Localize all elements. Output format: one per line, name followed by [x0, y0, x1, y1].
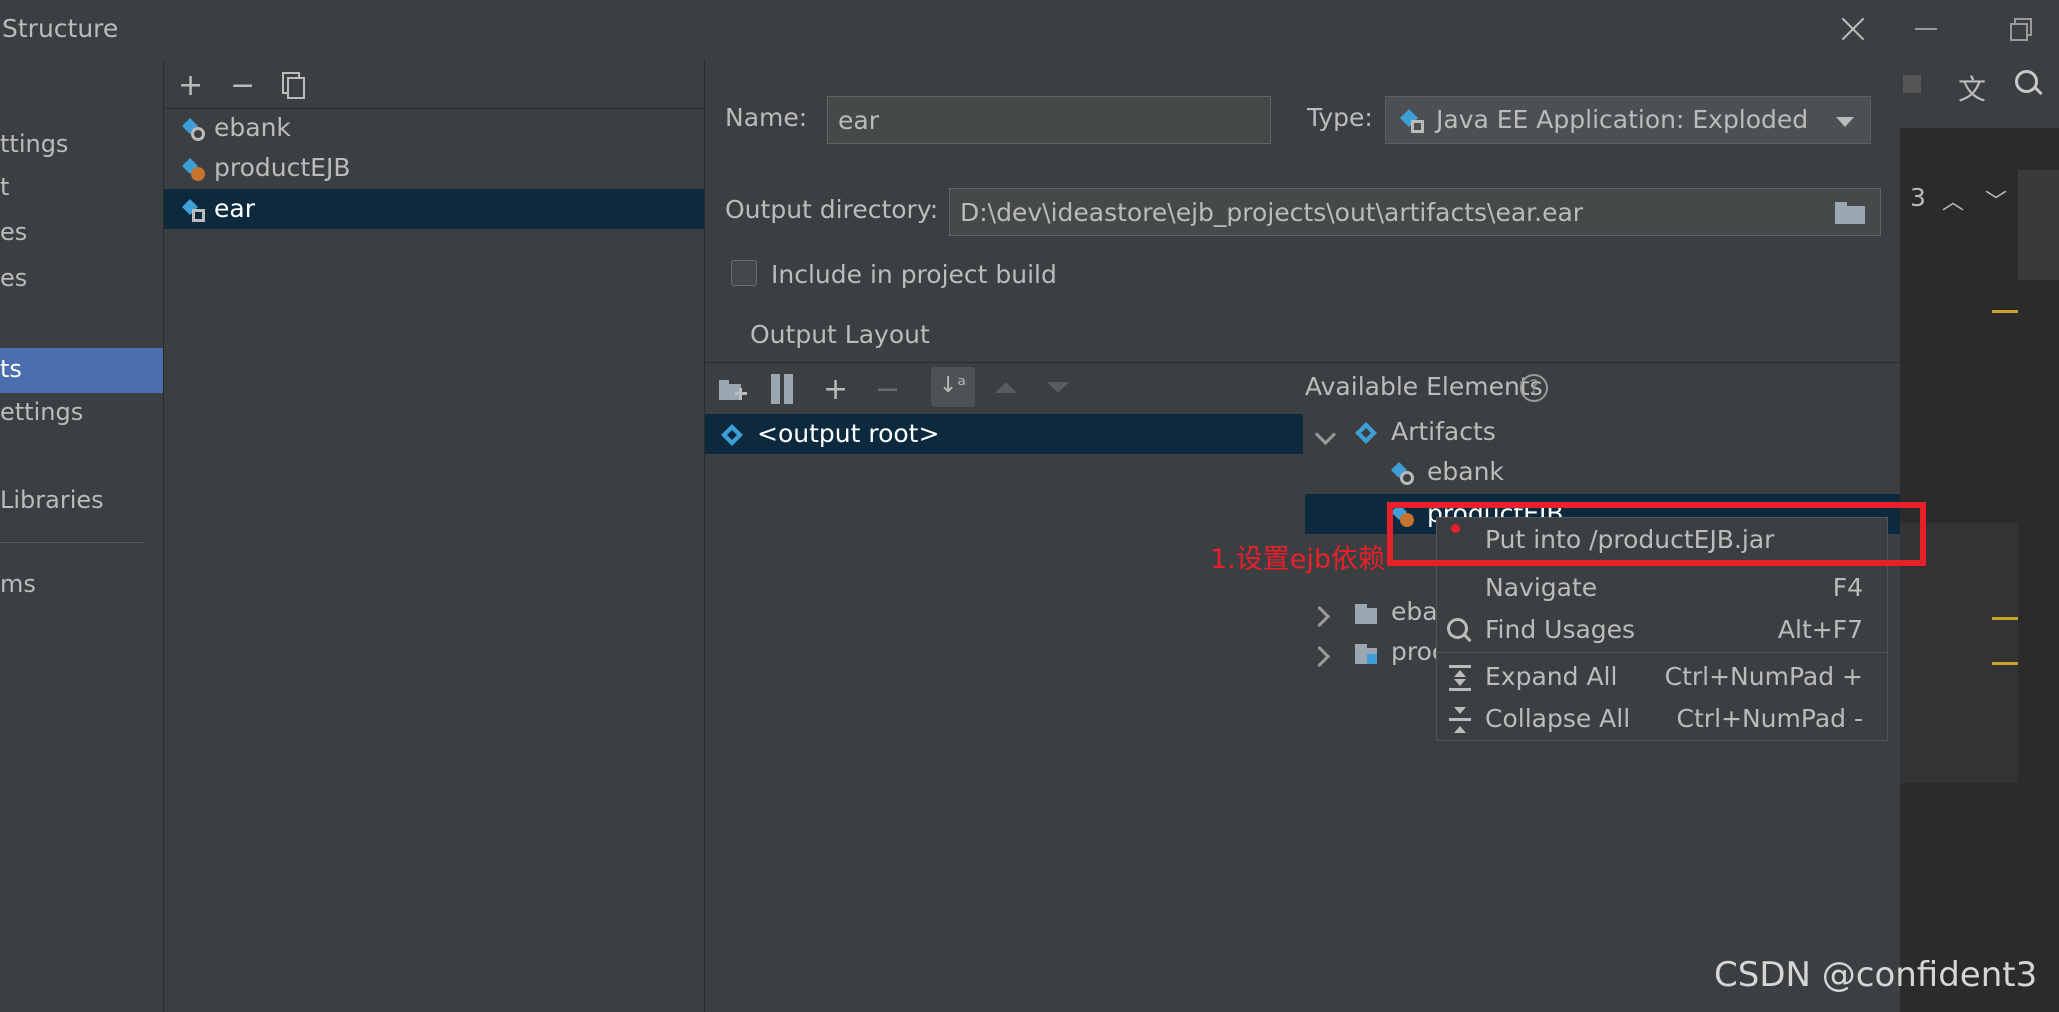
- module-icon: [1353, 600, 1379, 626]
- chevron-down-icon: [1836, 117, 1854, 127]
- available-elements-header: Available Elements: [1305, 372, 1543, 401]
- type-label: Type:: [1307, 103, 1373, 132]
- name-field[interactable]: [827, 96, 1271, 144]
- ejb-artifact-icon: [180, 156, 206, 182]
- nav-item[interactable]: es: [0, 264, 27, 292]
- include-label[interactable]: Include in project build: [771, 260, 1057, 289]
- tab-output-layout[interactable]: Output Layout: [750, 320, 930, 349]
- output-root-label: <output root>: [757, 419, 940, 448]
- new-directory-icon[interactable]: [719, 378, 747, 404]
- nav-item[interactable]: ms: [0, 570, 36, 598]
- artifacts-node[interactable]: Artifacts: [1391, 417, 1496, 446]
- next-match-icon[interactable]: ﹀: [1985, 184, 2007, 216]
- previous-match-icon[interactable]: ︿: [1942, 184, 1964, 216]
- nav-divider: [0, 542, 145, 543]
- available-module-item[interactable]: eba: [1391, 597, 1438, 626]
- artifact-list-item-selected[interactable]: ear: [164, 189, 704, 229]
- annotation-label: 1.设置ejb依赖: [1210, 544, 1386, 575]
- close-icon[interactable]: [1840, 16, 1866, 42]
- nav-item[interactable]: es: [0, 218, 27, 246]
- minimap: [2018, 170, 2059, 280]
- move-up-icon[interactable]: [995, 382, 1017, 393]
- archive-icon[interactable]: [771, 374, 793, 404]
- minimize-icon[interactable]: [1915, 18, 1937, 38]
- match-counter: 3: [1910, 183, 1926, 212]
- module-icon: [1353, 640, 1379, 666]
- chevron-down-icon[interactable]: [1314, 423, 1337, 446]
- artifact-label: productEJB: [214, 153, 351, 182]
- folder-icon[interactable]: [1835, 202, 1865, 224]
- sort-alphabetically-icon[interactable]: ↓ᵃ: [931, 367, 975, 407]
- tab-divider: [705, 362, 1900, 363]
- error-stripe-mark: [1992, 617, 2018, 620]
- artifact-list-item[interactable]: ebank: [164, 108, 704, 148]
- remove-element-icon[interactable]: −: [875, 372, 900, 407]
- ear-artifact-icon: [180, 197, 206, 223]
- dialog-title: Structure: [2, 14, 119, 43]
- settings-nav: ttings t es es ts ettings Libraries ms: [0, 60, 164, 1012]
- available-artifact-item[interactable]: ebank: [1427, 457, 1504, 486]
- artifact-list-toolbar: + −: [164, 60, 704, 109]
- output-directory-label: Output directory:: [725, 195, 939, 224]
- add-icon[interactable]: +: [178, 68, 203, 103]
- menu-separator: [1437, 652, 1887, 653]
- artifact-list-item[interactable]: productEJB: [164, 148, 704, 188]
- artifacts-icon: [1353, 420, 1379, 446]
- name-label: Name:: [725, 103, 808, 132]
- artifact-label: ebank: [214, 113, 291, 142]
- search-icon: [1447, 618, 1473, 644]
- artifact-icon: [719, 422, 745, 448]
- translate-icon[interactable]: 文: [1958, 68, 1986, 108]
- web-artifact-icon: [180, 116, 206, 142]
- nav-item[interactable]: t: [0, 173, 9, 201]
- stop-icon[interactable]: [1903, 75, 1921, 93]
- error-stripe-mark: [1992, 662, 2018, 665]
- type-dropdown[interactable]: Java EE Application: Exploded: [1385, 96, 1871, 144]
- nav-item[interactable]: ettings: [0, 398, 83, 426]
- include-checkbox[interactable]: [731, 260, 757, 286]
- search-icon[interactable]: [2015, 70, 2043, 98]
- artifact-list-panel: + − ebank productEJB ear: [164, 60, 705, 1012]
- chevron-right-icon[interactable]: [1308, 605, 1331, 628]
- menu-item-collapse-all[interactable]: Collapse All Ctrl+NumPad -: [1437, 699, 1887, 739]
- output-directory-field[interactable]: [949, 188, 1881, 236]
- menu-item-expand-all[interactable]: Expand All Ctrl+NumPad +: [1437, 657, 1887, 697]
- type-value: Java EE Application: Exploded: [1436, 105, 1809, 134]
- ear-artifact-icon: [1398, 107, 1426, 135]
- artifact-label: ear: [214, 194, 255, 223]
- web-artifact-icon: [1389, 460, 1415, 486]
- copy-icon[interactable]: [282, 72, 305, 99]
- remove-icon[interactable]: −: [230, 68, 255, 103]
- menu-item-navigate[interactable]: Navigate F4: [1437, 568, 1887, 608]
- dialog-title-bar: Structure: [0, 0, 1900, 61]
- collapse-all-icon: [1447, 707, 1473, 733]
- restore-icon[interactable]: [2010, 18, 2032, 41]
- chevron-right-icon[interactable]: [1308, 645, 1331, 668]
- nav-item-artifacts[interactable]: ts: [0, 348, 163, 393]
- error-stripe-mark: [1992, 310, 2018, 313]
- watermark: CSDN @confident3: [1714, 955, 2038, 995]
- nav-item[interactable]: ttings: [0, 130, 68, 158]
- help-icon[interactable]: ?: [1520, 374, 1548, 402]
- move-down-icon[interactable]: [1047, 382, 1069, 393]
- nav-item[interactable]: Libraries: [0, 486, 104, 514]
- annotation-highlight-box: [1387, 502, 1926, 566]
- add-copy-icon[interactable]: +: [823, 372, 848, 407]
- output-root-row[interactable]: <output root>: [705, 414, 1303, 454]
- menu-item-find-usages[interactable]: Find Usages Alt+F7: [1437, 610, 1887, 650]
- expand-all-icon: [1447, 665, 1473, 691]
